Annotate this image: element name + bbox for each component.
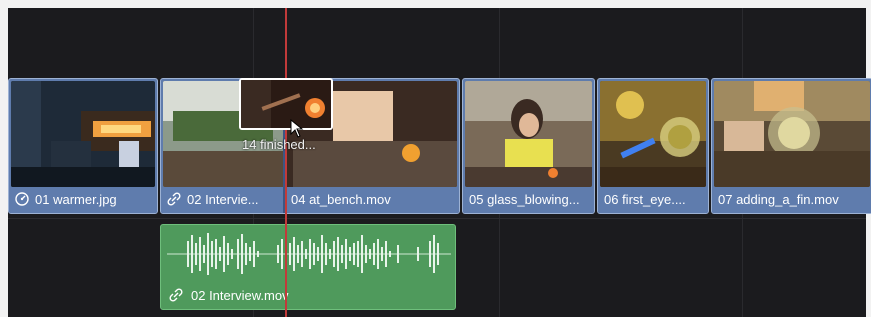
clip-name: 07 adding_a_fin.mov: [718, 192, 839, 207]
timeline-panel[interactable]: 01 warmer.jpg 02 Intervie... 04 at_bench…: [0, 0, 871, 317]
clip-thumbnail: [11, 81, 155, 187]
clip-label: 04 at_bench.mov: [285, 187, 459, 213]
link-icon: [169, 288, 183, 302]
audio-waveform: [167, 233, 451, 275]
clip-label: 06 first_eye....: [598, 187, 708, 213]
clip-label: 02 Intervie...: [161, 187, 283, 213]
clip-name: 04 at_bench.mov: [291, 192, 391, 207]
speed-icon: [15, 192, 29, 206]
clip-name: 06 first_eye....: [604, 192, 686, 207]
playhead[interactable]: [285, 8, 287, 317]
clip-name: 05 glass_blowing...: [469, 192, 580, 207]
link-icon: [167, 192, 181, 206]
panel-border-top: [0, 0, 871, 8]
video-clip-01-warmer[interactable]: 01 warmer.jpg: [8, 78, 158, 214]
clip-name: 02 Intervie...: [187, 192, 259, 207]
audio-clip-02-interview[interactable]: 02 Interview.mov: [160, 224, 456, 310]
clip-label: 07 adding_a_fin.mov: [712, 187, 871, 213]
clip-label: 01 warmer.jpg: [9, 187, 157, 213]
video-clip-05-glass-blowing[interactable]: 05 glass_blowing...: [462, 78, 595, 214]
clip-name: 01 warmer.jpg: [35, 192, 117, 207]
video-clip-07-adding-a-fin[interactable]: 07 adding_a_fin.mov: [711, 78, 871, 214]
clip-thumbnail: [465, 81, 592, 187]
clip-name: 02 Interview.mov: [191, 288, 289, 303]
clip-label: 05 glass_blowing...: [463, 187, 594, 213]
drag-preview-thumbnail: [239, 78, 333, 130]
video-clip-06-first-eye[interactable]: 06 first_eye....: [597, 78, 709, 214]
clip-thumbnail: [714, 81, 870, 187]
panel-border-left: [0, 0, 8, 317]
track-separator: [8, 218, 866, 219]
clip-thumbnail: [600, 81, 706, 187]
clip-label: 02 Interview.mov: [161, 283, 455, 309]
mouse-cursor-icon: [290, 119, 304, 138]
drag-status-text: 14 finished...: [242, 137, 316, 152]
